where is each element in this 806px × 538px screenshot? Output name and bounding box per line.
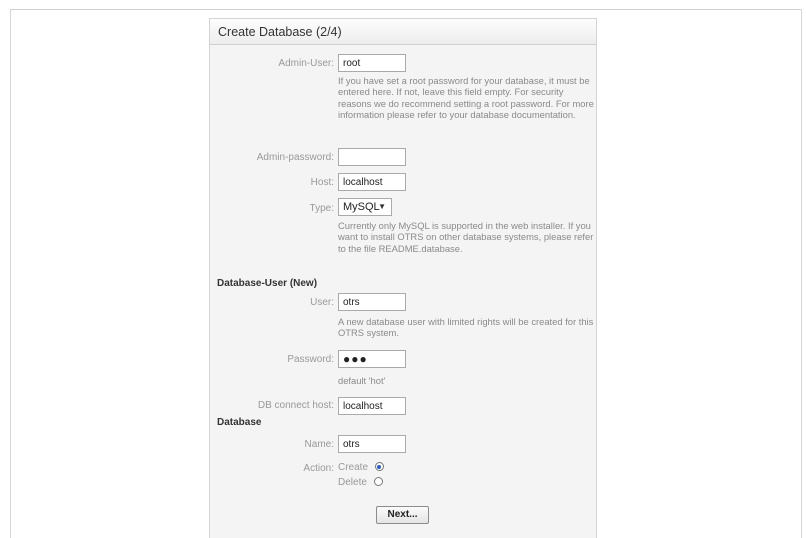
action-delete-label: Delete [338,477,367,488]
action-create-label: Create [338,462,369,473]
page-frame-right [801,9,802,538]
admin-password-label: Admin-password: [256,152,334,163]
db-password-hint: default 'hot' [338,375,386,386]
db-password-input[interactable]: ●●● [338,350,406,368]
chevron-down-icon: ▼ [378,202,386,211]
next-button[interactable]: Next... [376,506,429,524]
db-name-input[interactable]: otrs [338,435,406,453]
admin-user-hint: If you have set a root password for your… [338,75,594,121]
database-section-title: Database [217,417,262,428]
page-frame-left [10,9,11,538]
action-delete-radio[interactable] [373,477,383,486]
host-input[interactable]: localhost [338,173,406,191]
action-create-option[interactable]: Create [338,462,384,473]
database-user-section-title: Database-User (New) [217,278,318,289]
action-create-radio[interactable] [374,462,384,471]
panel-title: Create Database (2/4) [210,19,596,45]
db-name-label: Name: [304,439,334,450]
db-user-label: User: [310,297,334,308]
admin-user-label: Admin-User: [278,58,334,69]
create-database-panel: Create Database (2/4) Admin-User: root I… [209,18,597,538]
type-select[interactable]: MySQL ▼ [338,198,392,216]
action-label: Action: [303,463,334,474]
type-hint: Currently only MySQL is supported in the… [338,220,594,254]
db-password-label: Password: [287,354,334,365]
host-label: Host: [310,177,334,188]
db-user-hint: A new database user with limited rights … [338,316,594,339]
action-delete-option[interactable]: Delete [338,477,383,488]
admin-password-input[interactable] [338,148,406,166]
db-connect-host-label: DB connect host: [257,400,334,411]
type-select-value: MySQL [343,201,380,213]
db-user-input[interactable]: otrs [338,293,406,311]
page-frame-top [10,9,802,10]
admin-user-input[interactable]: root [338,54,406,72]
db-connect-host-input[interactable]: localhost [338,397,406,415]
type-label: Type: [309,203,334,214]
